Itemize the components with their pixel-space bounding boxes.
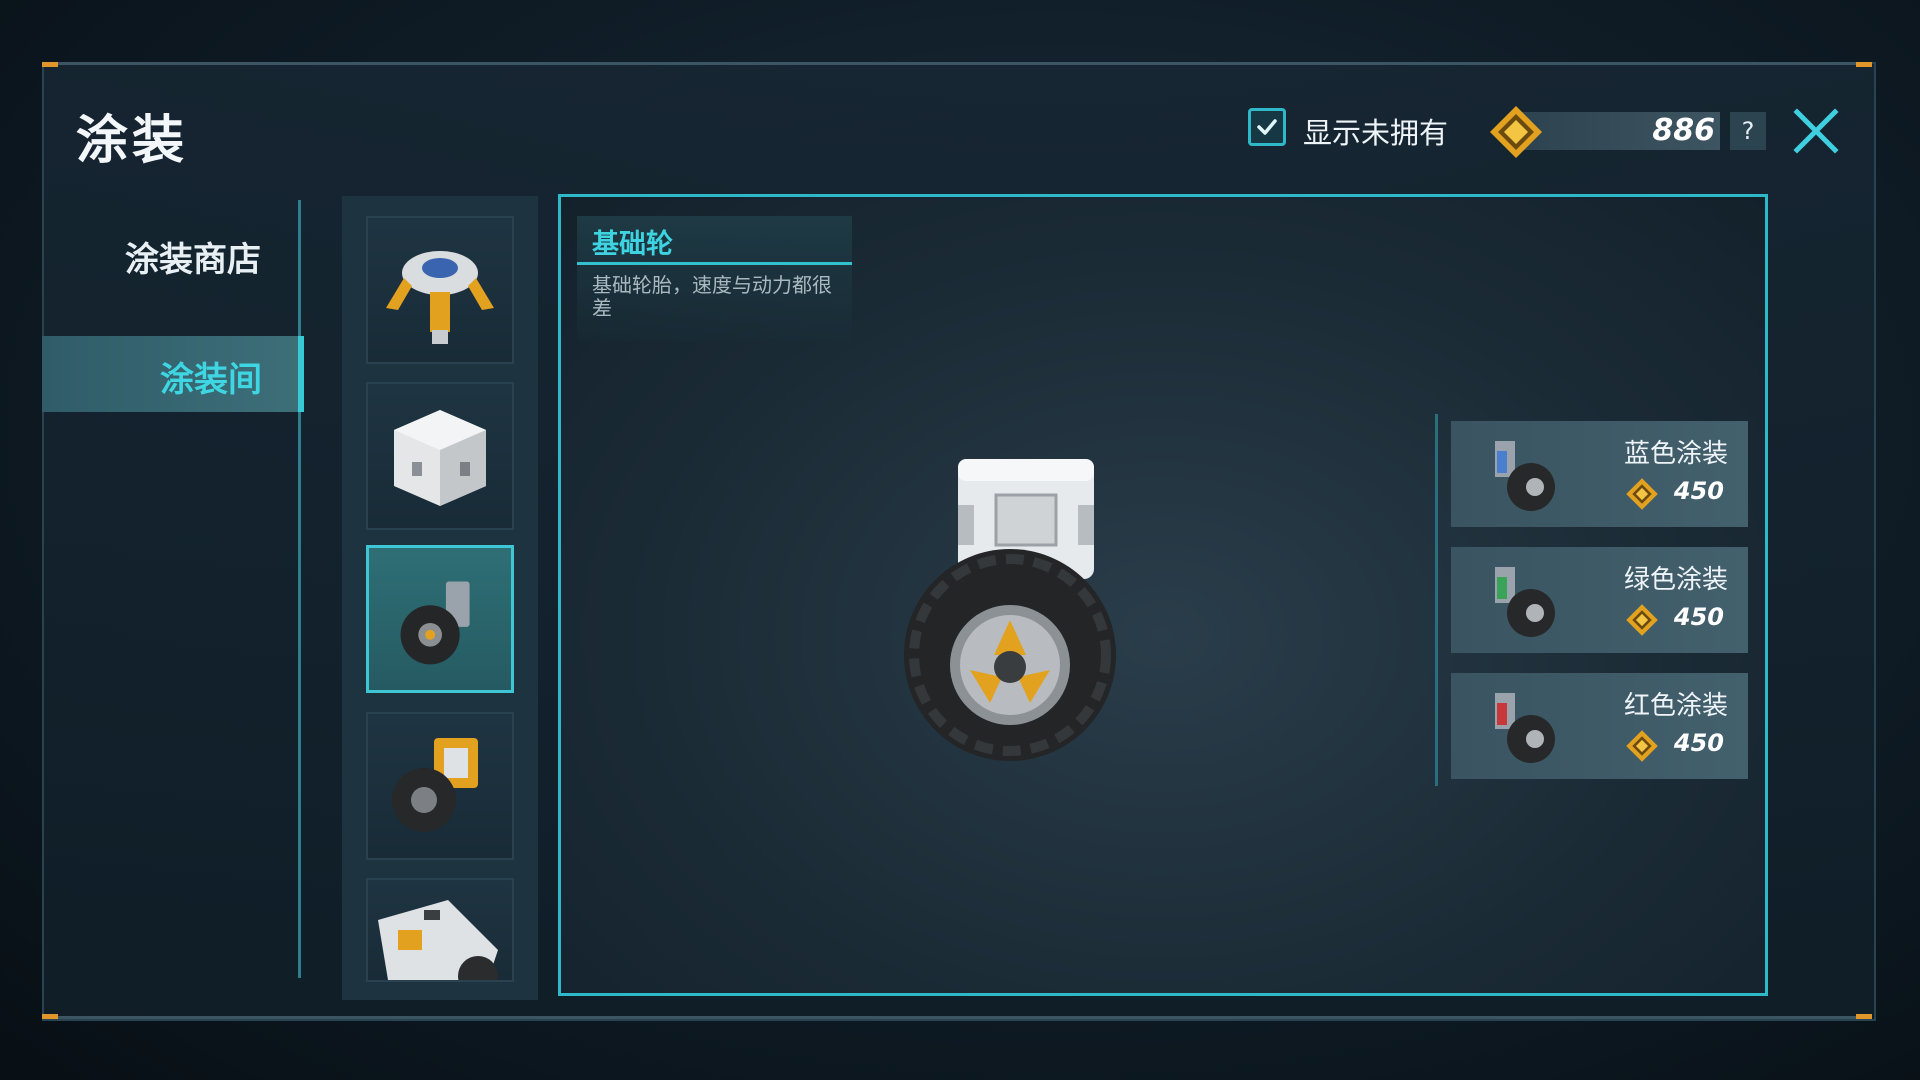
frame-corner-top-right (1856, 62, 1872, 67)
gold-coin-icon (1626, 478, 1658, 510)
basic-wheel-icon (400, 581, 470, 665)
show-unowned-label[interactable]: 显示未拥有 (1303, 110, 1448, 152)
close-icon (1793, 108, 1839, 154)
frame-top-line (42, 62, 1872, 65)
gold-coin-icon (1488, 104, 1544, 164)
frame-corner-top-left (42, 62, 58, 67)
wheel-blue-skin-icon (1495, 441, 1555, 511)
cube-block-icon (394, 410, 486, 506)
nav-active-indicator (298, 336, 304, 412)
skin-card-blue[interactable]: 蓝色涂装 450 (1451, 421, 1748, 527)
gold-coin-icon (1626, 730, 1658, 762)
skin-name: 绿色涂装 (1623, 565, 1728, 595)
currency-amount: 886 (1652, 113, 1715, 148)
part-name-underline (577, 262, 852, 265)
part-thumb-cannon[interactable] (366, 878, 514, 982)
cannon-part-icon (378, 900, 498, 980)
checkmark-icon (1257, 119, 1277, 135)
show-unowned-checkbox[interactable] (1248, 108, 1286, 146)
skin-name: 红色涂装 (1623, 691, 1728, 721)
robot-walker-icon (386, 251, 494, 344)
part-thumb-twin-wheel[interactable] (366, 712, 514, 860)
part-thumb-cube-block[interactable] (366, 382, 514, 530)
help-button[interactable]: ? (1730, 112, 1766, 150)
skin-list-divider (1435, 414, 1438, 786)
twin-wheel-icon (392, 738, 478, 832)
page-title: 涂装 (76, 111, 189, 171)
nav-divider (298, 200, 301, 978)
frame-corner-bottom-right (1856, 1014, 1872, 1019)
part-thumb-robot-walker[interactable] (366, 216, 514, 364)
skin-price: 450 (1673, 729, 1724, 757)
part-thumb-basic-wheel[interactable] (366, 545, 514, 693)
nav-item-paint-shop[interactable]: 涂装商店 (125, 232, 261, 281)
gold-coin-icon (1626, 604, 1658, 636)
skin-name: 蓝色涂装 (1623, 439, 1728, 469)
part-description: 基础轮胎，速度与动力都很差 (592, 273, 832, 320)
skin-price: 450 (1673, 477, 1724, 505)
wheel-3d-model[interactable] (900, 455, 1130, 769)
skin-card-red[interactable]: 红色涂装 450 (1451, 673, 1748, 779)
frame-corner-bottom-left (42, 1014, 58, 1019)
wheel-green-skin-icon (1495, 567, 1555, 637)
frame-bottom-line (42, 1016, 1872, 1019)
skin-price: 450 (1673, 603, 1724, 631)
close-button[interactable] (1793, 108, 1839, 154)
part-name: 基础轮 (592, 229, 673, 260)
nav-item-paint-room[interactable]: 涂装间 (160, 352, 262, 401)
skin-card-green[interactable]: 绿色涂装 450 (1451, 547, 1748, 653)
wheel-red-skin-icon (1495, 693, 1555, 763)
